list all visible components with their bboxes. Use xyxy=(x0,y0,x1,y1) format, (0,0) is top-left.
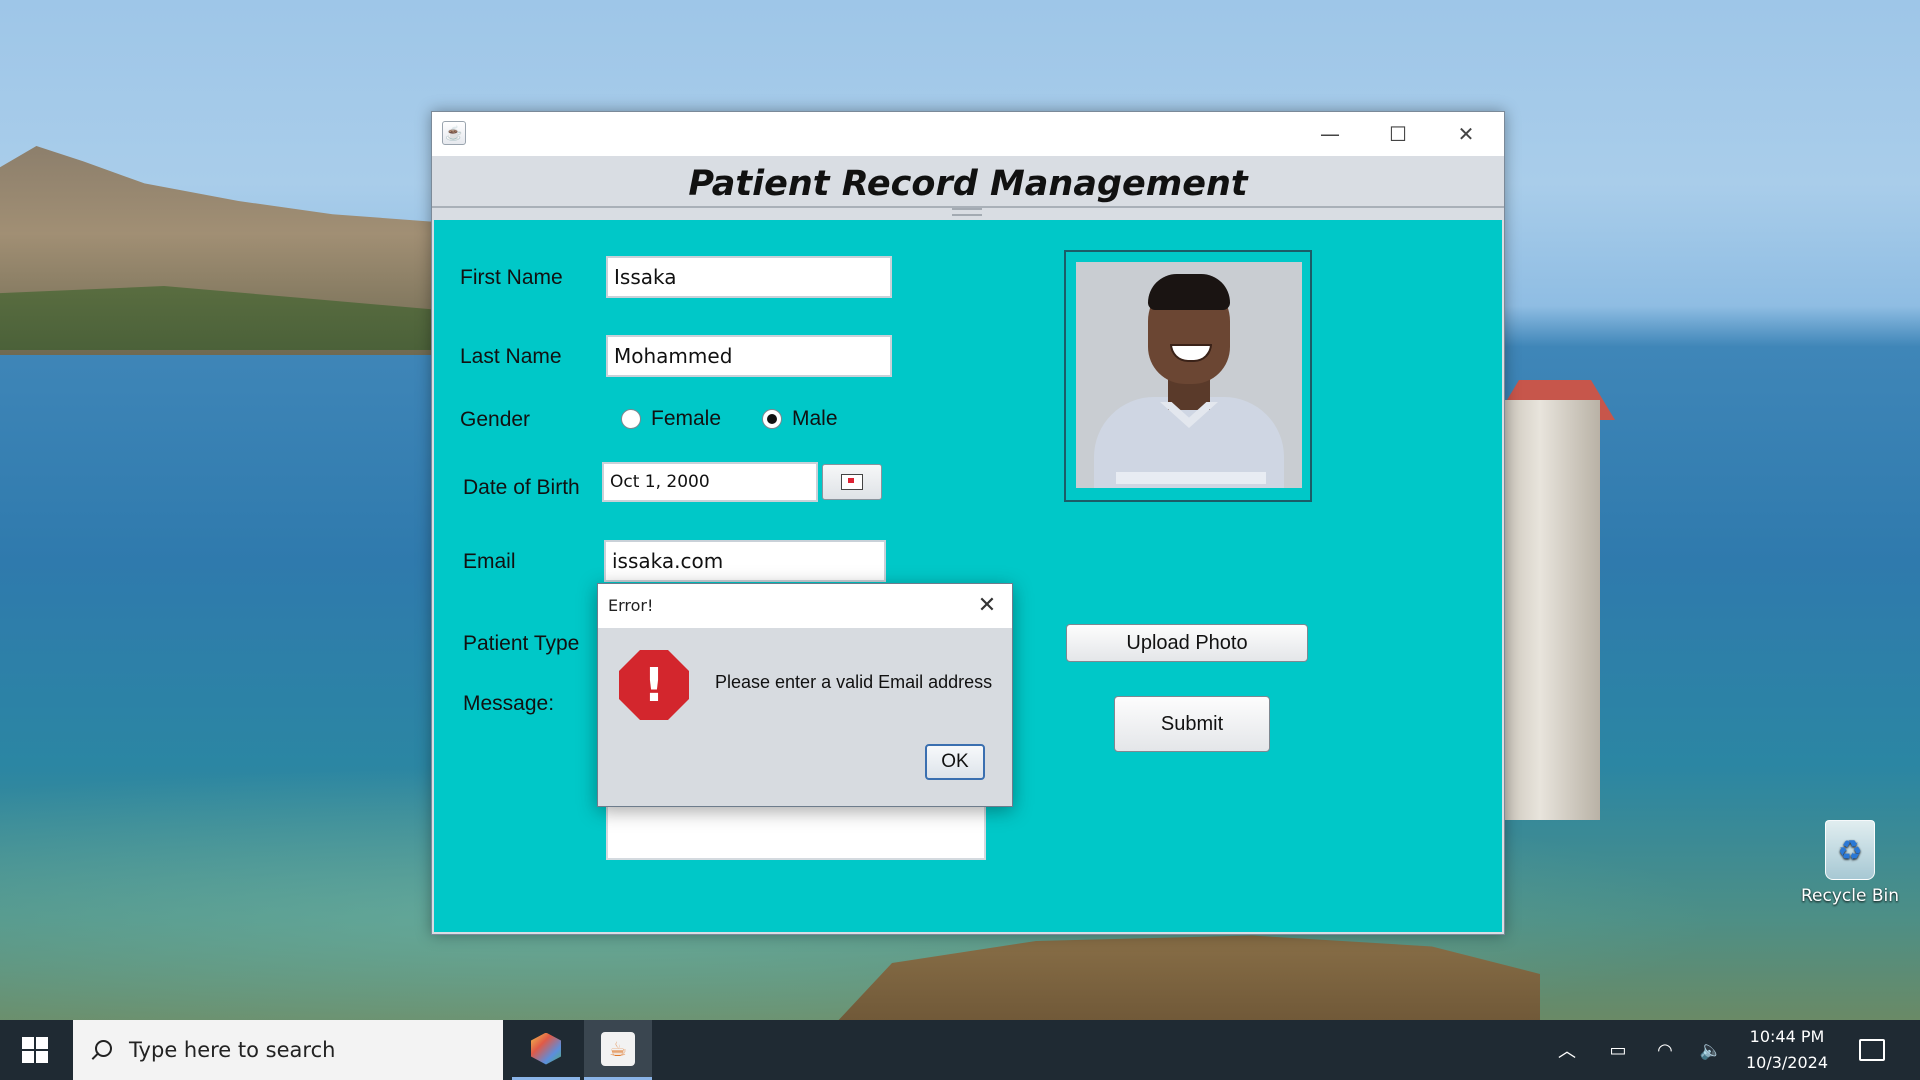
radio-indicator xyxy=(762,409,782,429)
gender-option-label: Female xyxy=(651,407,722,430)
wallpaper-tower xyxy=(1500,400,1600,820)
last-name-label: Last Name xyxy=(460,345,562,368)
java-app-icon: ☕ xyxy=(442,121,466,145)
date-picker-button[interactable] xyxy=(822,464,882,500)
first-name-field[interactable]: Issaka xyxy=(606,256,892,298)
close-button[interactable]: ✕ xyxy=(1432,112,1500,156)
form-panel: First Name Issaka Last Name Mohammed Gen… xyxy=(434,220,1502,932)
clock-date: 10/3/2024 xyxy=(1745,1053,1829,1072)
email-field[interactable]: issaka.com xyxy=(604,540,886,582)
maximize-button[interactable]: ☐ xyxy=(1364,112,1432,156)
minimize-button[interactable]: — xyxy=(1296,112,1364,156)
date-of-birth-field[interactable]: Oct 1, 2000 xyxy=(602,462,818,502)
patient-record-window: ☕ — ☐ ✕ Patient Record Management First … xyxy=(431,111,1505,935)
gender-option-label: Male xyxy=(792,407,838,430)
splitter-handle[interactable] xyxy=(952,208,982,216)
message-label: Message: xyxy=(463,692,555,715)
patient-type-label: Patient Type xyxy=(463,632,580,655)
battery-icon[interactable]: ▭ xyxy=(1600,1020,1636,1080)
photo-shirt-stripe xyxy=(1116,472,1266,484)
notifications-button[interactable] xyxy=(1850,1020,1894,1080)
last-name-field[interactable]: Mohammed xyxy=(606,335,892,377)
recycle-bin-icon: ♻ xyxy=(1825,820,1875,880)
upload-photo-button[interactable]: Upload Photo xyxy=(1066,624,1308,662)
ok-button[interactable]: OK xyxy=(925,744,985,780)
taskbar-clock[interactable]: 10:44 PM 10/3/2024 xyxy=(1742,1020,1832,1080)
dialog-close-button[interactable]: ✕ xyxy=(972,590,1002,620)
notification-icon xyxy=(1859,1039,1885,1061)
gender-radio-female[interactable]: Female xyxy=(621,407,721,431)
search-placeholder: Type here to search xyxy=(129,1038,336,1062)
dialog-title: Error! xyxy=(608,596,654,615)
show-hidden-icons-chevron-icon[interactable]: ︿ xyxy=(1552,1020,1582,1080)
photo-frame xyxy=(1064,250,1312,502)
window-titlebar[interactable]: ☕ — ☐ ✕ xyxy=(432,112,1504,156)
date-of-birth-label: Date of Birth xyxy=(463,476,580,499)
recycle-bin-label: Recycle Bin xyxy=(1800,886,1899,906)
windows-logo-icon xyxy=(22,1037,48,1063)
header-panel: Patient Record Management xyxy=(432,156,1504,208)
netbeans-icon xyxy=(531,1032,561,1065)
gender-radio-male[interactable]: Male xyxy=(762,407,838,431)
calendar-icon xyxy=(841,474,863,490)
start-button[interactable] xyxy=(0,1020,70,1080)
submit-button[interactable]: Submit xyxy=(1114,696,1270,752)
clock-time: 10:44 PM xyxy=(1749,1027,1825,1046)
search-icon xyxy=(91,1040,112,1060)
wifi-icon[interactable]: ◠ xyxy=(1648,1020,1682,1080)
dialog-titlebar[interactable]: Error! ✕ xyxy=(598,584,1012,628)
error-stop-icon: ! xyxy=(619,650,689,720)
error-dialog: Error! ✕ ! Please enter a valid Email ad… xyxy=(597,583,1013,807)
email-label: Email xyxy=(463,550,516,573)
first-name-label: First Name xyxy=(460,266,563,289)
java-app-icon: ☕ xyxy=(601,1031,635,1066)
taskbar-search-box[interactable]: Type here to search xyxy=(73,1020,503,1080)
radio-indicator xyxy=(621,409,641,429)
gender-label: Gender xyxy=(460,408,531,431)
dialog-message: Please enter a valid Email address xyxy=(715,672,993,692)
photo-hair xyxy=(1148,274,1230,310)
patient-photo xyxy=(1076,262,1302,488)
message-textarea[interactable] xyxy=(606,800,986,860)
volume-icon[interactable]: 🔈 xyxy=(1694,1020,1728,1080)
taskbar-java-app[interactable]: ☕ xyxy=(584,1020,652,1080)
page-title: Patient Record Management xyxy=(688,164,1248,204)
recycle-bin-shortcut[interactable]: ♻ Recycle Bin xyxy=(1800,820,1900,906)
taskbar: Type here to search ☕ ︿ ▭ ◠ 🔈 10:44 PM 1… xyxy=(0,1020,1920,1080)
taskbar-netbeans[interactable] xyxy=(512,1020,580,1080)
